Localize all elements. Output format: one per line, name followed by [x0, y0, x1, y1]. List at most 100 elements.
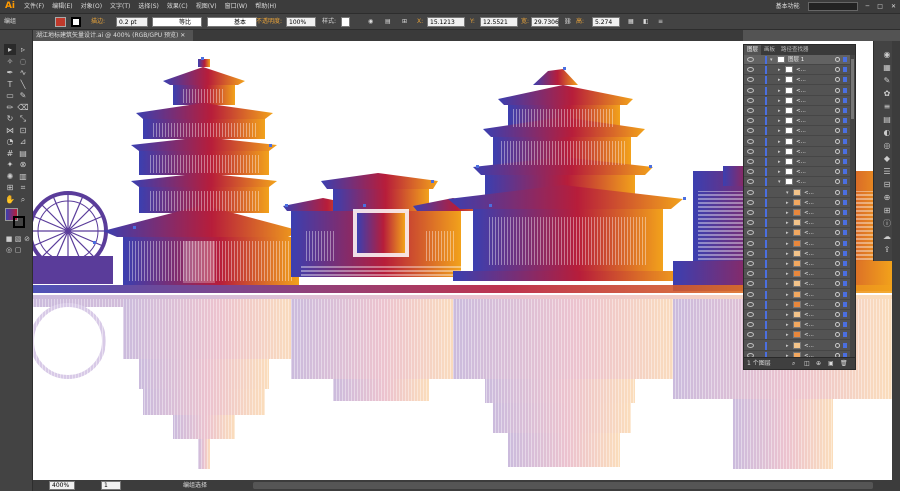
pen-tool[interactable]: ✒ [4, 67, 16, 78]
sublayer-row[interactable]: ▸ <... [744, 259, 850, 269]
search-field[interactable] [807, 2, 858, 11]
selection-indicator[interactable] [843, 169, 847, 175]
expand-toggle-icon[interactable]: ▸ [786, 320, 789, 330]
selection-indicator[interactable] [843, 138, 847, 144]
fill-swatch[interactable] [55, 17, 66, 27]
target-icon[interactable] [835, 97, 840, 103]
selection-indicator[interactable] [843, 301, 847, 307]
layer-name[interactable]: <... [804, 300, 814, 310]
visibility-eye-icon[interactable] [747, 67, 754, 73]
workspace-switcher[interactable]: 基本功能 [772, 0, 804, 13]
visibility-eye-icon[interactable] [747, 322, 754, 328]
scale-tool[interactable]: ⤡ [17, 113, 29, 124]
visibility-eye-icon[interactable] [747, 108, 754, 113]
visibility-eye-icon[interactable] [747, 281, 754, 287]
expand-toggle-icon[interactable]: ▸ [786, 341, 789, 351]
target-icon[interactable] [835, 210, 840, 215]
visibility-eye-icon[interactable] [747, 57, 754, 62]
perspective-tool[interactable]: ⊿ [17, 136, 29, 147]
transform-options-icon[interactable]: ▦ [628, 17, 634, 27]
isolate-icon[interactable]: ◧ [643, 17, 649, 27]
stroke-label[interactable]: 描边: [91, 17, 105, 27]
visibility-eye-icon[interactable] [747, 118, 754, 124]
selection-tool[interactable]: ▸ [4, 44, 16, 55]
target-icon[interactable] [835, 138, 840, 144]
y-field[interactable]: 12.5521 [480, 17, 518, 27]
pencil-tool[interactable]: ✏ [4, 102, 16, 113]
visibility-eye-icon[interactable] [747, 199, 754, 205]
gradient-tool[interactable]: ▤ [17, 148, 29, 159]
eyedropper-tool[interactable]: ✦ [4, 159, 16, 170]
layer-name[interactable]: <... [796, 106, 806, 116]
new-layer-icon[interactable]: ▣ [828, 358, 834, 370]
expand-toggle-icon[interactable]: ▸ [786, 300, 789, 310]
panel-menu-icon[interactable]: ≡ [658, 17, 663, 27]
selection-indicator[interactable] [843, 271, 847, 277]
style-swatch[interactable] [341, 17, 350, 27]
expand-toggle-icon[interactable]: ▸ [786, 269, 789, 279]
expand-toggle-icon[interactable]: ▸ [778, 116, 781, 126]
sublayer-row[interactable]: ▸ <... [744, 341, 850, 351]
graph-tool[interactable]: ▥ [17, 171, 29, 182]
menu-item[interactable]: 文件(F) [20, 0, 48, 13]
expand-toggle-icon[interactable]: ▸ [786, 208, 789, 218]
expand-toggle-icon[interactable]: ▸ [786, 249, 789, 259]
stroke-weight-field[interactable]: 0.2 pt [116, 17, 148, 27]
selection-indicator[interactable] [843, 189, 847, 195]
link-icon[interactable]: ⛓ [564, 17, 572, 27]
screen-mode-icon[interactable]: ▢ [12, 245, 24, 256]
visibility-eye-icon[interactable] [747, 87, 754, 93]
expand-toggle-icon[interactable]: ▸ [778, 147, 781, 157]
free-transform-tool[interactable]: ⊡ [17, 125, 29, 136]
layer-name[interactable]: <... [804, 188, 814, 198]
target-icon[interactable] [835, 128, 840, 134]
visibility-eye-icon[interactable] [747, 291, 754, 297]
target-icon[interactable] [835, 291, 840, 297]
sublayer-row[interactable]: ▸ <... [744, 147, 850, 157]
layer-name[interactable]: <... [804, 198, 814, 208]
visibility-eye-icon[interactable] [747, 220, 754, 226]
sublayer-row[interactable]: ▸ <... [744, 330, 850, 341]
expand-toggle-icon[interactable]: ▸ [778, 75, 781, 85]
menu-item[interactable]: 对象(O) [77, 0, 106, 13]
selection-indicator[interactable] [843, 97, 847, 103]
selection-indicator[interactable] [843, 199, 847, 205]
sublayer-row[interactable]: ▸ <... [744, 208, 850, 218]
artboard-number-field[interactable]: 1 [101, 481, 121, 490]
ferris-wheel[interactable] [33, 191, 113, 284]
target-icon[interactable] [835, 250, 840, 256]
expand-toggle-icon[interactable]: ▸ [786, 259, 789, 269]
sublayer-row[interactable]: ▸ <... [744, 65, 850, 76]
target-icon[interactable] [835, 342, 840, 348]
expand-toggle-icon[interactable]: ▸ [786, 218, 789, 228]
paintbrush-tool[interactable]: ✎ [17, 90, 29, 101]
target-icon[interactable] [835, 322, 840, 328]
selection-indicator[interactable] [843, 291, 847, 297]
selection-indicator[interactable] [843, 250, 847, 256]
target-icon[interactable] [835, 159, 840, 164]
visibility-eye-icon[interactable] [747, 138, 754, 144]
target-icon[interactable] [835, 189, 840, 195]
sublayer-row[interactable]: ▸ <... [744, 218, 850, 229]
width-field[interactable]: 29.7306 [531, 17, 559, 27]
none-mode-icon[interactable]: ⊘ [21, 234, 33, 245]
expand-toggle-icon[interactable]: ▸ [778, 106, 781, 116]
sublayer-row[interactable]: ▸ <... [744, 167, 850, 178]
expand-toggle-icon[interactable]: ▸ [786, 290, 789, 300]
shape-builder-tool[interactable]: ◔ [4, 136, 16, 147]
visibility-eye-icon[interactable] [747, 128, 754, 134]
visibility-eye-icon[interactable] [747, 189, 754, 195]
layer-name[interactable]: <... [796, 75, 806, 85]
type-tool[interactable]: T [4, 79, 16, 90]
close-button[interactable]: ✕ [887, 0, 900, 13]
locate-object-icon[interactable]: ⌕ [792, 358, 795, 370]
layer-name[interactable]: <... [804, 249, 814, 259]
visibility-eye-icon[interactable] [747, 261, 754, 266]
target-icon[interactable] [835, 271, 840, 277]
sublayer-row[interactable]: ▸ <... [744, 239, 850, 249]
selection-indicator[interactable] [843, 77, 847, 83]
target-icon[interactable] [835, 67, 840, 73]
vertical-scrollbar[interactable] [892, 41, 900, 491]
menu-item[interactable]: 选择(S) [134, 0, 163, 13]
visibility-eye-icon[interactable] [747, 159, 754, 164]
